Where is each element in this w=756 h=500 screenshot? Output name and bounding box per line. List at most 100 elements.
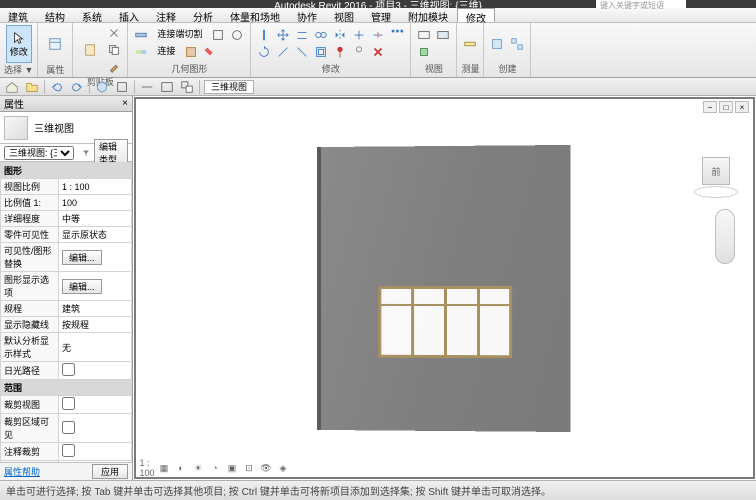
filter-icon[interactable] [82,147,90,159]
sun-path-button[interactable]: ☀ [191,462,205,474]
cut-geom-button[interactable] [209,27,227,43]
reveal-button[interactable]: ◈ [276,462,290,474]
cut-button[interactable] [105,25,123,41]
detail-level-button[interactable]: ▦ [157,462,171,474]
viewport-close-button[interactable]: × [735,101,749,113]
mirror-button[interactable] [331,27,349,43]
modify-button[interactable]: 修改 [6,25,32,63]
prop-scale[interactable]: 1 : 100 [59,179,132,195]
viewport-max-button[interactable]: □ [719,101,733,113]
trim2-button[interactable] [293,44,311,60]
properties-help-link[interactable]: 属性帮助 [4,465,40,478]
wall-element[interactable] [321,144,571,431]
rotate-icon [257,45,271,59]
menu-addins[interactable]: 附加模块 [400,8,457,22]
split-button[interactable] [369,27,387,43]
cat-extent[interactable]: 范围 [1,380,132,396]
qredo-button[interactable] [69,79,85,95]
prop-parts[interactable]: 显示原状态 [59,227,132,243]
offset-button[interactable] [293,27,311,43]
menu-annotate[interactable]: 注释 [148,8,185,22]
menu-system[interactable]: 系统 [74,8,111,22]
unpin-button[interactable] [350,44,368,60]
gap-button[interactable] [228,27,246,43]
isolate-button[interactable] [415,44,433,60]
menu-massing[interactable]: 体量和场地 [222,8,289,22]
match-button[interactable] [105,59,123,75]
scale-display[interactable]: 1 : 100 [140,462,154,474]
rotate-button[interactable] [255,44,273,60]
render-button[interactable]: ▣ [225,462,239,474]
split-face-button[interactable] [182,44,200,60]
join-button[interactable] [132,44,150,60]
menu-arch[interactable]: 建筑 [0,8,37,22]
create2-button[interactable] [508,36,526,52]
copy-button[interactable] [105,42,123,58]
prop-analysis[interactable]: 无 [59,333,132,362]
menu-view[interactable]: 视图 [326,8,363,22]
cube-icon [95,80,109,94]
prop-scaleval[interactable]: 100 [59,195,132,211]
crop-button[interactable]: ⊡ [242,462,256,474]
window-element[interactable] [378,285,512,357]
prop-annocrop[interactable] [59,443,132,461]
measure-button[interactable] [461,36,479,52]
viewport[interactable]: − □ × 前 1 : 10 [134,97,755,479]
menu-struct[interactable]: 结构 [37,8,74,22]
nav-wheel[interactable] [715,209,735,264]
search-box[interactable]: 键入关键字或短语 [596,0,686,8]
hide-button[interactable] [415,27,433,43]
cat-graphics[interactable]: 图形 [1,163,132,179]
paste-button[interactable] [77,31,103,69]
trim-button[interactable] [350,27,368,43]
view-cube-front[interactable]: 前 [702,157,730,185]
qundo-button[interactable] [49,79,65,95]
paint-button[interactable] [201,44,219,60]
visual-style-button[interactable]: ◐ [174,462,188,474]
prop-crop[interactable] [59,396,132,414]
menu-collab[interactable]: 协作 [289,8,326,22]
close-panel-button[interactable]: × [122,98,128,109]
copy-mod-button[interactable] [312,27,330,43]
qsection-button[interactable] [114,79,130,95]
viewport-min-button[interactable]: − [703,101,717,113]
align-button[interactable] [255,27,273,43]
view-name-box[interactable]: 三维视图 [204,80,254,94]
mirror2-button[interactable] [274,44,292,60]
view-cube[interactable]: 前 [694,149,739,194]
create1-button[interactable] [488,36,506,52]
menu-analyze[interactable]: 分析 [185,8,222,22]
menu-modify[interactable]: 修改 [457,8,495,22]
view-cube-compass[interactable] [694,186,738,198]
move-button[interactable] [274,27,292,43]
array-button[interactable] [388,27,406,43]
prop-detail[interactable]: 中等 [59,211,132,227]
unhide-button[interactable] [434,27,452,43]
scale-button[interactable] [312,44,330,60]
shadows-button[interactable]: ◔ [208,462,222,474]
prop-cropvis[interactable] [59,414,132,443]
array-icon [390,28,404,42]
q3d-button[interactable] [94,79,110,95]
menu-manage[interactable]: 管理 [363,8,400,22]
properties-button[interactable] [42,25,68,63]
prop-discipline[interactable]: 建筑 [59,301,132,317]
qopen-button[interactable] [24,79,40,95]
qthin-button[interactable] [139,79,155,95]
pin-button[interactable] [331,44,349,60]
qnew-button[interactable] [4,79,20,95]
prop-vg[interactable]: 编辑... [59,243,132,272]
canvas-3d[interactable] [136,99,753,477]
prop-hidden[interactable]: 按规程 [59,317,132,333]
copy-icon [107,43,121,57]
apply-button[interactable]: 应用 [92,464,128,479]
qclose-button[interactable] [159,79,175,95]
instance-dropdown[interactable]: 三维视图: {三维} [4,146,74,160]
prop-sunpath[interactable] [59,362,132,380]
menu-insert[interactable]: 插入 [111,8,148,22]
qswitch-button[interactable] [179,79,195,95]
delete-button[interactable] [369,44,387,60]
cope-button[interactable] [132,27,150,43]
prop-graphdisp[interactable]: 编辑... [59,272,132,301]
hide-isolate-button[interactable]: 👁 [259,462,273,474]
